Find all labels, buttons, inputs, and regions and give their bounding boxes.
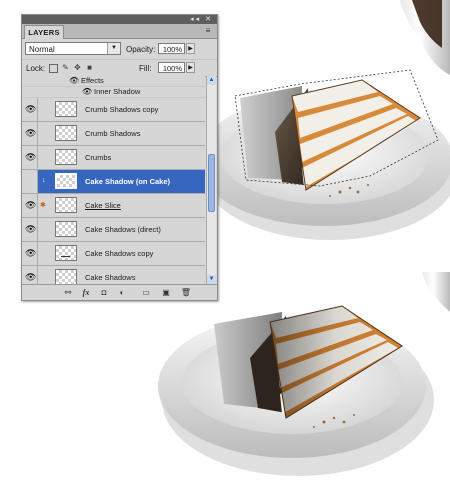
eye-icon[interactable]: 👁: [25, 224, 36, 234]
layer-row[interactable]: 👁 Cake Shadows (direct): [22, 218, 205, 242]
lock-fill-row: Lock: ✎ ✥ ■ Fill: 100% ▶: [22, 60, 217, 77]
layer-name: Cake Shadow (on Cake): [85, 177, 171, 186]
layer-name: Crumb Shadows: [85, 129, 141, 138]
layer-thumbnail: [55, 149, 77, 165]
add-mask-icon[interactable]: ◘: [98, 287, 110, 298]
chevron-down-icon[interactable]: ▼: [107, 43, 120, 54]
inner-shadow-label: Inner Shadow: [94, 87, 141, 96]
visibility-toggle[interactable]: 👁: [22, 242, 38, 265]
lock-label: Lock:: [26, 64, 46, 73]
eye-icon[interactable]: 👁: [82, 87, 92, 97]
lock-paint-icon[interactable]: ✎: [61, 63, 70, 72]
visibility-toggle[interactable]: 👁: [22, 218, 38, 241]
lock-move-icon[interactable]: ✥: [73, 63, 82, 72]
layer-row-selected[interactable]: ↓ Cake Shadow (on Cake): [22, 170, 205, 194]
effects-row[interactable]: 👁 Effects: [22, 76, 205, 87]
blend-mode-select[interactable]: Normal ▼: [25, 42, 121, 55]
new-layer-icon[interactable]: ▣: [160, 287, 172, 298]
blend-opacity-row: Normal ▼ Opacity: 100% ▶: [22, 39, 217, 60]
lock-transparency-icon[interactable]: [49, 64, 58, 73]
layer-thumbnail: [55, 269, 77, 284]
layer-name: Crumbs: [85, 153, 112, 162]
eye-icon[interactable]: 👁: [25, 248, 36, 258]
eye-icon[interactable]: 👁: [25, 104, 36, 114]
layer-name: Crumb Shadows copy: [85, 105, 159, 114]
layer-thumbnail: [55, 245, 77, 261]
visibility-toggle[interactable]: 👁: [22, 122, 38, 145]
layer-row[interactable]: 👁 Crumb Shadows copy: [22, 98, 205, 122]
layer-name: Cake Shadows: [85, 273, 136, 282]
layer-thumbnail: [55, 197, 77, 213]
opacity-slider-arrow-icon[interactable]: ▶: [186, 43, 195, 54]
layers-panel: ◂◂ ✕ LAYERS ≡ Normal ▼ Opacity: 100% ▶ L…: [21, 14, 218, 301]
visibility-toggle[interactable]: 👁: [22, 194, 38, 217]
visibility-toggle[interactable]: [22, 170, 38, 193]
link-icon[interactable]: ⚯: [62, 287, 74, 298]
panel-tab-row: LAYERS ≡: [22, 24, 217, 39]
layers-list: 👁 Effects 👁 Inner Shadow 👁 Crumb Shadows…: [22, 76, 205, 284]
fill-slider-arrow-icon[interactable]: ▶: [186, 62, 195, 73]
layer-thumbnail: [55, 101, 77, 117]
eye-icon[interactable]: 👁: [25, 200, 36, 210]
eye-icon[interactable]: 👁: [69, 76, 79, 86]
layer-thumbnail: [55, 221, 77, 237]
layer-name: Cake Slice: [85, 201, 121, 210]
cake-scene-after: [158, 272, 450, 476]
panel-menu-icon[interactable]: ≡: [203, 26, 213, 35]
scroll-up-icon[interactable]: ▲: [207, 76, 216, 85]
layer-row[interactable]: 👁 Cake Shadows: [22, 266, 205, 284]
fill-label: Fill:: [139, 64, 152, 73]
fill-field[interactable]: 100%: [158, 62, 185, 73]
layer-style-icon: ✱: [40, 202, 46, 209]
eye-icon[interactable]: 👁: [25, 128, 36, 138]
layer-name: Cake Shadows (direct): [85, 225, 161, 234]
trash-icon[interactable]: 🗑: [180, 287, 192, 298]
layer-row[interactable]: 👁 Crumbs: [22, 146, 205, 170]
opacity-label: Opacity:: [126, 45, 156, 54]
layers-scrollbar[interactable]: ▲ ▼: [206, 76, 216, 284]
tab-layers[interactable]: LAYERS: [24, 25, 64, 39]
new-group-icon[interactable]: ▭: [140, 287, 152, 298]
blend-mode-value: Normal: [29, 45, 55, 54]
eye-icon[interactable]: 👁: [25, 152, 36, 162]
layer-name: Cake Shadows copy: [85, 249, 154, 258]
scroll-down-icon[interactable]: ▼: [207, 275, 216, 284]
layer-row[interactable]: 👁 Cake Shadows copy: [22, 242, 205, 266]
panel-footer-toolbar: ⚯ fx ◘ ◐ ▭ ▣ 🗑: [22, 284, 217, 300]
scrollbar-thumb[interactable]: [208, 154, 215, 212]
layer-thumbnail: [55, 125, 77, 141]
visibility-toggle[interactable]: 👁: [22, 98, 38, 121]
opacity-field[interactable]: 100%: [158, 43, 185, 54]
visibility-toggle[interactable]: 👁: [22, 146, 38, 169]
inner-shadow-row[interactable]: 👁 Inner Shadow: [22, 87, 205, 98]
clipping-arrow-icon: ↓: [42, 177, 46, 184]
lock-all-icon[interactable]: ■: [85, 63, 94, 72]
layer-thumbnail: [55, 173, 77, 189]
cake-scene-before: [197, 0, 450, 240]
layer-row[interactable]: 👁 ✱ Cake Slice: [22, 194, 205, 218]
visibility-toggle[interactable]: 👁: [22, 266, 38, 284]
layer-row[interactable]: 👁 Crumb Shadows: [22, 122, 205, 146]
adjustment-layer-icon[interactable]: ◐: [116, 287, 128, 298]
panel-collapse-close-controls[interactable]: ◂◂ ✕: [190, 15, 213, 24]
eye-icon[interactable]: 👁: [25, 272, 36, 282]
panel-titlebar: ◂◂ ✕: [22, 15, 217, 24]
fx-icon[interactable]: fx: [80, 287, 92, 298]
effects-label: Effects: [81, 76, 104, 85]
